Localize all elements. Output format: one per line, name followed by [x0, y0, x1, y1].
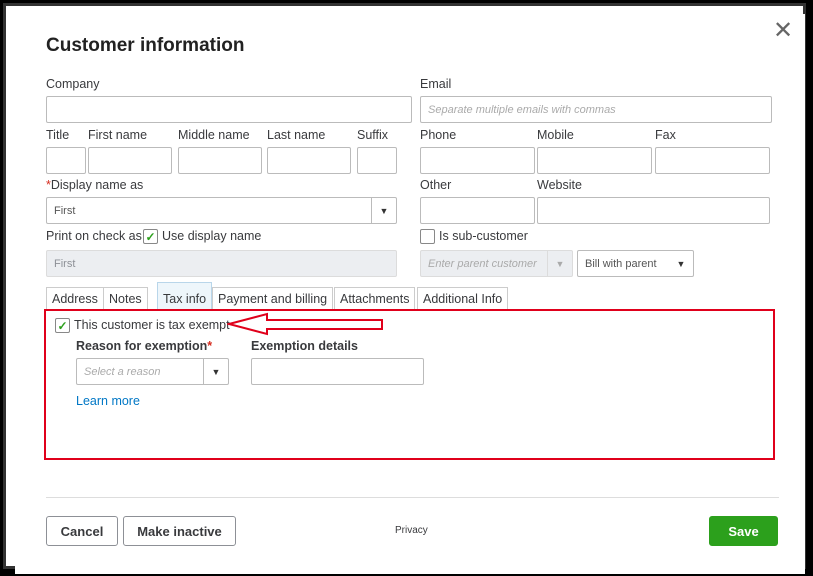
bill-with-parent-select[interactable]: Bill with parent ▼ — [577, 250, 694, 277]
exemption-details-label: Exemption details — [251, 339, 358, 353]
tab-attachments[interactable]: Attachments — [334, 287, 416, 309]
reason-placeholder: Select a reason — [84, 366, 161, 378]
fax-label: Fax — [655, 128, 676, 142]
last-name-input[interactable] — [267, 147, 351, 174]
tax-exempt-checkbox[interactable]: ✓ — [55, 318, 70, 333]
reason-label: Reason for exemption — [76, 339, 208, 353]
title-label: Title — [46, 128, 70, 142]
privacy-link[interactable]: Privacy — [395, 525, 428, 536]
title-input[interactable] — [46, 147, 86, 174]
mobile-input[interactable] — [537, 147, 652, 174]
other-label: Other — [420, 178, 452, 192]
company-label: Company — [46, 77, 100, 91]
chevron-down-icon[interactable]: ▼ — [669, 251, 693, 276]
bill-with-parent-value: Bill with parent — [585, 258, 657, 270]
display-name-label: Display name as — [50, 178, 144, 192]
tab-address[interactable]: Address — [46, 287, 104, 309]
first-name-input[interactable] — [88, 147, 172, 174]
fax-input[interactable] — [655, 147, 770, 174]
phone-label: Phone — [420, 128, 457, 142]
print-on-check-label: Print on check as — [46, 229, 142, 243]
tab-payment-and-billing[interactable]: Payment and billing — [212, 287, 334, 309]
required-marker: * — [207, 339, 213, 353]
cancel-button[interactable]: Cancel — [46, 516, 118, 546]
email-label: Email — [420, 77, 452, 91]
customer-information-dialog: Customer information ✕ Company Email Sep… — [15, 14, 805, 574]
tab-additional-info[interactable]: Additional Info — [417, 287, 509, 309]
last-name-label: Last name — [267, 128, 326, 142]
display-name-select[interactable]: First ▼ — [46, 197, 397, 224]
tab-notes[interactable]: Notes — [103, 287, 148, 309]
save-button[interactable]: Save — [709, 516, 778, 546]
first-name-label: First name — [88, 128, 148, 142]
close-icon[interactable]: ✕ — [773, 19, 793, 43]
print-on-check-input[interactable]: First — [46, 250, 397, 277]
make-inactive-button[interactable]: Make inactive — [123, 516, 236, 546]
middle-name-input[interactable] — [178, 147, 262, 174]
middle-name-label: Middle name — [178, 128, 250, 142]
dialog-title: Customer information — [46, 35, 245, 56]
tab-tax-info[interactable]: Tax info — [157, 282, 213, 309]
sub-customer-label: Is sub-customer — [439, 229, 528, 243]
arrow-left-icon — [227, 312, 383, 336]
chevron-down-icon[interactable]: ▼ — [203, 359, 228, 384]
company-input[interactable] — [46, 96, 412, 123]
website-input[interactable] — [537, 197, 770, 224]
learn-more-link[interactable]: Learn more — [76, 394, 140, 408]
phone-input[interactable] — [420, 147, 535, 174]
mobile-label: Mobile — [537, 128, 574, 142]
display-name-value: First — [54, 205, 76, 217]
parent-customer-placeholder: Enter parent customer — [428, 258, 537, 270]
footer-divider — [46, 497, 779, 498]
reason-label-wrap: Reason for exemption* — [76, 339, 212, 353]
other-input[interactable] — [420, 197, 535, 224]
chevron-down-icon[interactable]: ▼ — [371, 198, 396, 223]
window-frame: Customer information ✕ Company Email Sep… — [3, 3, 806, 574]
exemption-details-input[interactable] — [251, 358, 424, 385]
reason-select[interactable]: Select a reason ▼ — [76, 358, 229, 385]
sub-customer-checkbox[interactable] — [420, 229, 435, 244]
parent-customer-select[interactable]: Enter parent customer ▼ — [420, 250, 573, 277]
email-input[interactable]: Separate multiple emails with commas — [420, 96, 772, 123]
suffix-label: Suffix — [357, 128, 389, 142]
chevron-down-icon[interactable]: ▼ — [547, 251, 572, 276]
tax-exempt-label: This customer is tax exempt — [74, 318, 230, 332]
website-label: Website — [537, 178, 582, 192]
checkmark-icon: ✓ — [57, 318, 68, 333]
use-display-name-label: Use display name — [162, 229, 262, 243]
display-name-label-wrap: *Display name as — [46, 178, 143, 192]
use-display-name-checkbox[interactable]: ✓ — [143, 229, 158, 244]
checkmark-icon: ✓ — [145, 229, 156, 244]
suffix-input[interactable] — [357, 147, 397, 174]
